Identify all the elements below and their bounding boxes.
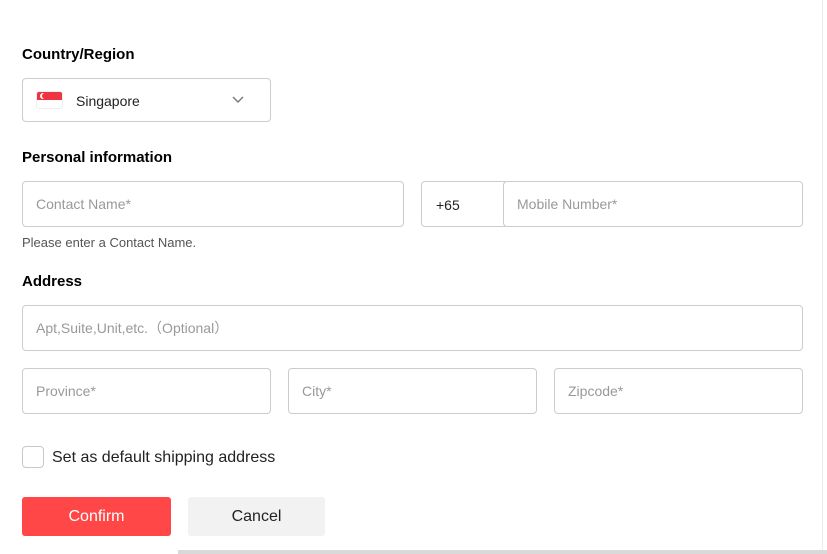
- phone-code-select[interactable]: +65: [421, 181, 505, 227]
- horizontal-scrollbar[interactable]: [178, 550, 827, 554]
- singapore-flag-icon: [37, 92, 62, 108]
- mobile-number-input[interactable]: [504, 182, 802, 226]
- default-address-label[interactable]: Set as default shipping address: [52, 449, 275, 467]
- country-selected-value: Singapore: [76, 93, 140, 109]
- zipcode-input[interactable]: [555, 369, 802, 413]
- mobile-number-field: [503, 181, 803, 227]
- address-form-page: Country/Region Singapore Personal inform…: [0, 0, 827, 554]
- province-input[interactable]: [23, 369, 270, 413]
- city-input[interactable]: [289, 369, 536, 413]
- apt-input[interactable]: [23, 306, 802, 350]
- city-field: [288, 368, 537, 414]
- vertical-divider: [822, 0, 823, 554]
- country-select[interactable]: Singapore: [22, 78, 271, 122]
- province-field: [22, 368, 271, 414]
- confirm-button[interactable]: Confirm: [22, 497, 171, 536]
- address-title: Address: [22, 273, 83, 290]
- chevron-down-icon: [232, 96, 244, 103]
- contact-name-error-hint: Please enter a Contact Name.: [22, 235, 197, 250]
- phone-code-value: +65: [436, 197, 460, 213]
- apt-field: [22, 305, 803, 351]
- contact-name-input[interactable]: [23, 182, 403, 226]
- cancel-button[interactable]: Cancel: [188, 497, 325, 536]
- country-region-title: Country/Region: [22, 46, 135, 63]
- default-address-checkbox[interactable]: [22, 446, 44, 468]
- contact-name-field: [22, 181, 404, 227]
- zipcode-field: [554, 368, 803, 414]
- personal-info-title: Personal information: [22, 149, 173, 166]
